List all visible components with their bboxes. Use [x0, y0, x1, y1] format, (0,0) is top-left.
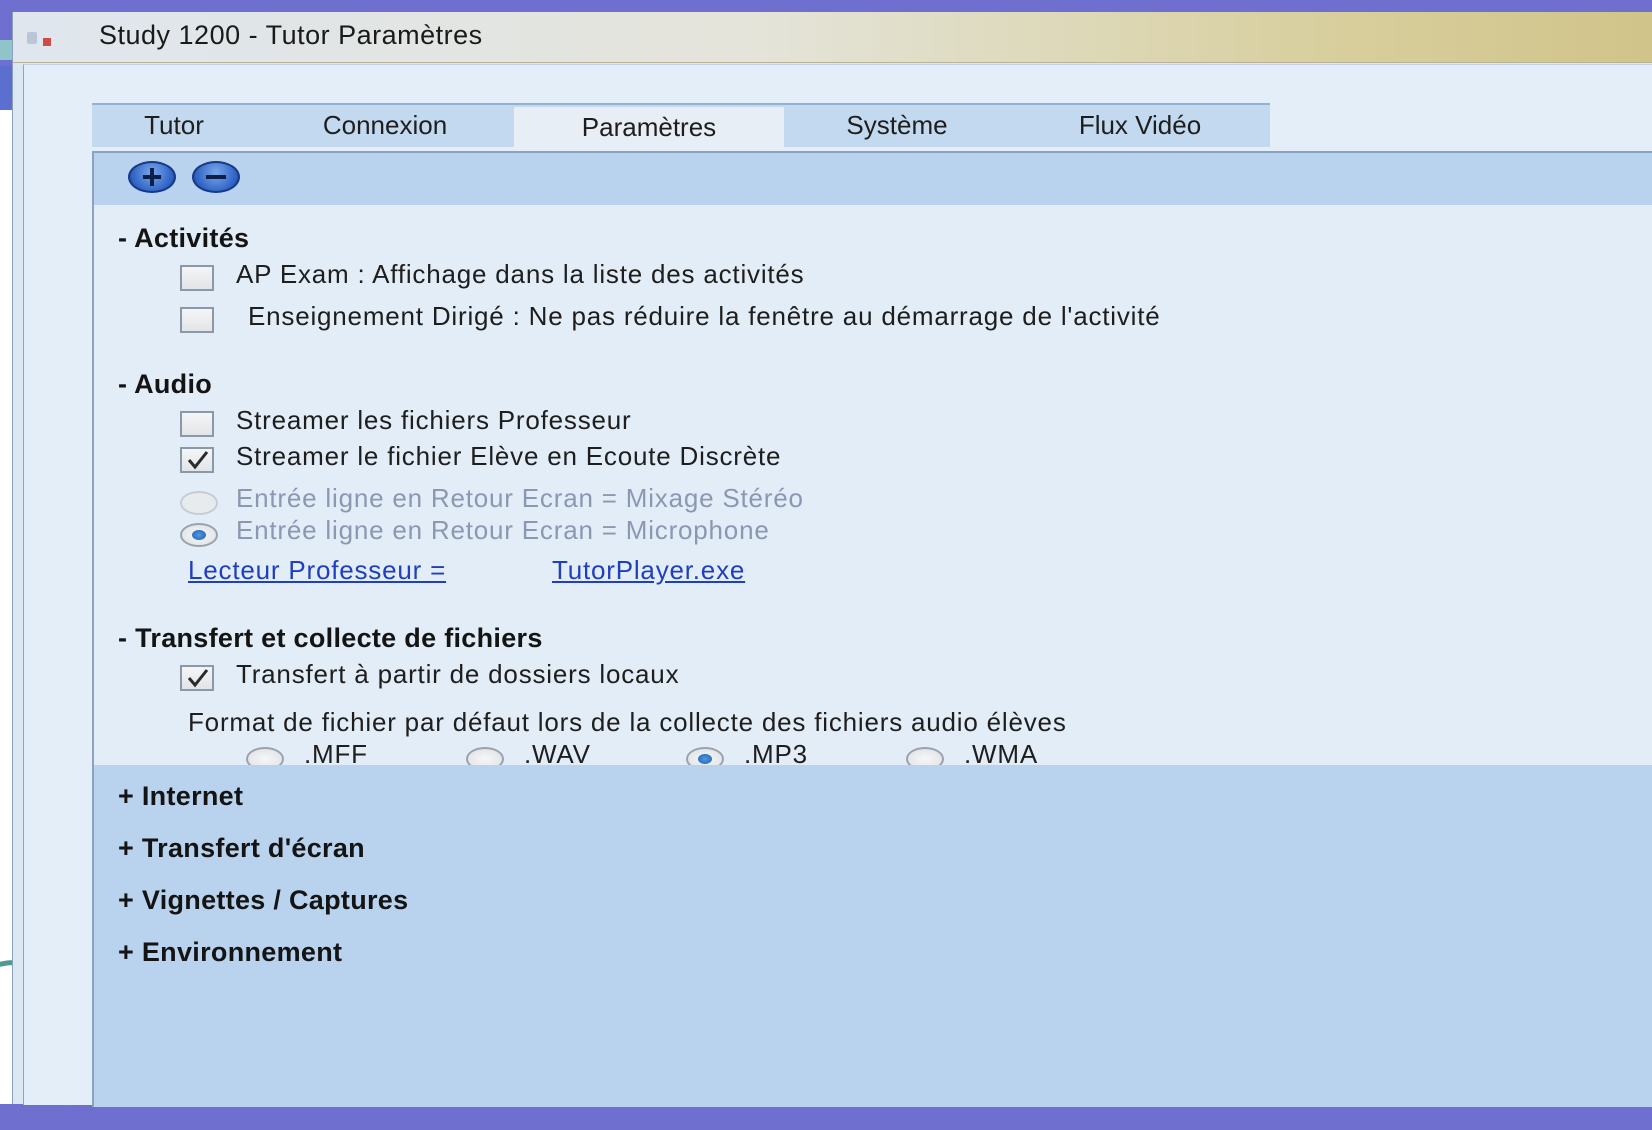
window-title: Study 1200 - Tutor Paramètres [99, 20, 483, 50]
stream-student-file-label: Streamer le fichier Elève en Ecoute Disc… [236, 441, 782, 471]
window-client-area: Tutor Connexion Paramètres Système Flux … [23, 64, 1652, 1107]
line-in-stereo-mix-label: Entrée ligne en Retour Ecran = Mixage St… [236, 483, 804, 513]
stream-teacher-files-label: Streamer les fichiers Professeur [236, 405, 632, 435]
tab-bar: Tutor Connexion Paramètres Système Flux … [92, 103, 1270, 149]
minus-circle-icon [206, 175, 226, 179]
section-environnement-header[interactable]: + Environnement [118, 937, 342, 968]
checkmark-icon [187, 669, 209, 688]
section-vignettes-captures-header[interactable]: + Vignettes / Captures [118, 885, 408, 916]
teacher-player-link-label[interactable]: Lecteur Professeur = [188, 555, 446, 586]
section-transfert-ecran-header[interactable]: + Transfert d'écran [118, 833, 365, 864]
local-folders-checkbox[interactable] [180, 665, 214, 691]
tab-tutor[interactable]: Tutor [92, 105, 256, 147]
local-folders-label: Transfert à partir de dossiers locaux [236, 659, 680, 689]
tab-connexion[interactable]: Connexion [256, 105, 514, 147]
tab-parametres[interactable]: Paramètres [514, 107, 784, 149]
tutor-app-icon[interactable] [27, 28, 61, 50]
stream-teacher-files-checkbox[interactable] [180, 411, 214, 437]
checkmark-icon [187, 451, 209, 470]
section-internet-header[interactable]: + Internet [118, 781, 243, 812]
format-label: Format de fichier par défaut lors de la … [188, 707, 1067, 737]
line-in-microphone-label: Entrée ligne en Retour Ecran = Microphon… [236, 515, 770, 545]
stream-student-file-checkbox[interactable] [180, 447, 214, 473]
collapse-all-button[interactable] [192, 161, 240, 193]
tab-flux-video[interactable]: Flux Vidéo [1010, 105, 1270, 147]
line-in-stereo-mix-radio[interactable] [180, 491, 218, 515]
panel-toolbar [94, 153, 1652, 205]
enseignement-dirige-checkbox[interactable] [180, 307, 214, 333]
teacher-player-link-value[interactable]: TutorPlayer.exe [552, 555, 745, 586]
background-accent [0, 66, 12, 110]
parameters-panel: - Activités AP Exam : Affichage dans la … [92, 151, 1652, 1107]
ap-exam-label: AP Exam : Affichage dans la liste des ac… [236, 259, 805, 289]
section-transfert-header[interactable]: - Transfert et collecte de fichiers [118, 623, 543, 654]
tab-systeme[interactable]: Système [784, 105, 1010, 147]
title-bar[interactable]: Study 1200 - Tutor Paramètres [13, 12, 1652, 63]
line-in-microphone-radio[interactable] [180, 523, 218, 547]
plus-circle-icon [143, 168, 161, 186]
section-activites-header[interactable]: - Activités [118, 223, 249, 254]
collapsed-sections-area: + Internet + Transfert d'écran + Vignett… [94, 765, 1652, 1107]
ap-exam-checkbox[interactable] [180, 265, 214, 291]
settings-window: Study 1200 - Tutor Paramètres Tutor Conn… [12, 12, 1652, 1107]
enseignement-dirige-label: Enseignement Dirigé : Ne pas réduire la … [248, 301, 1161, 331]
expand-all-button[interactable] [128, 161, 176, 193]
section-audio-header[interactable]: - Audio [118, 369, 212, 400]
